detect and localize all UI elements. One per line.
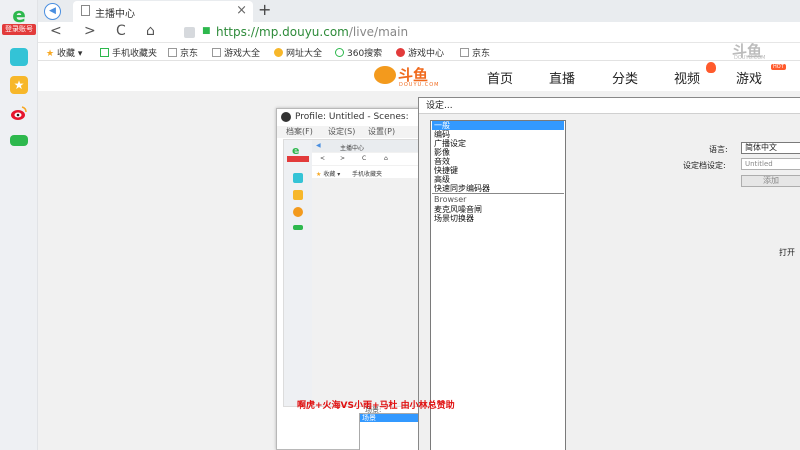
douyu-watermark-sub: DOUYU.COM: [734, 55, 766, 61]
bookmark-item[interactable]: 手机收藏夹: [100, 46, 157, 59]
preview-sidebar: e: [284, 140, 312, 406]
settings-title: 设定...: [419, 98, 800, 114]
reload-button[interactable]: C: [116, 23, 126, 39]
preview-back-icon: <: [320, 155, 326, 162]
obs-logo-icon: [281, 112, 291, 122]
profile-label: 设定档设定:: [683, 161, 726, 170]
address-bar: < > C ⌂ ■ https://mp.douyu.com/live/main: [38, 22, 800, 43]
bookmark-item[interactable]: 游戏大全: [212, 46, 260, 59]
preview-bookmark-phone: 手机收藏夹: [352, 171, 383, 178]
bookmark-item[interactable]: 京东: [460, 46, 490, 59]
nav-video[interactable]: 视频: [674, 68, 700, 87]
tab-bar: ◀ 主播中心 × +: [38, 0, 800, 22]
lock-icon: ■: [202, 26, 211, 36]
obs-preview: e ◀ 主播中心 < > C ⌂ ★ 收藏 ▾ 手机收藏夹: [283, 139, 420, 407]
hot-badge: HOT: [771, 64, 786, 70]
scene-item[interactable]: 场景: [360, 414, 420, 422]
tab-title: 主播中心: [95, 9, 135, 20]
browser-menu-icon[interactable]: ◀: [44, 3, 61, 20]
category-advanced[interactable]: 高级: [432, 175, 564, 184]
bookmarks-bar: ★ 收藏 ▾ 手机收藏夹 京东 游戏大全 网址大全 360搜索 游戏中心 京东: [38, 43, 800, 61]
obs-menu-file[interactable]: 档案(F): [286, 126, 313, 137]
category-general[interactable]: 一般: [432, 121, 564, 130]
scene-list[interactable]: 场景: [359, 413, 421, 450]
obs-menu-bar: 档案(F) 设定(S) 设置(P): [277, 126, 420, 138]
teal-app-icon[interactable]: [10, 48, 28, 66]
nav-game[interactable]: 游戏: [736, 68, 762, 87]
obs-title-bar[interactable]: Profile: Untitled - Scenes:: [277, 109, 420, 125]
home-button[interactable]: ⌂: [146, 23, 155, 39]
forward-button[interactable]: >: [84, 23, 96, 39]
category-broadcast[interactable]: 广播设定: [432, 139, 564, 148]
bookmark-item[interactable]: 京东: [168, 46, 198, 59]
nav-category[interactable]: 分类: [612, 68, 638, 87]
preview-bookmarks-bar: ★ 收藏 ▾ 手机收藏夹: [312, 166, 419, 178]
category-video[interactable]: 影像: [432, 148, 564, 157]
category-audio[interactable]: 音效: [432, 157, 564, 166]
globe-icon: [274, 48, 283, 57]
category-group-browser: Browser: [434, 195, 467, 204]
star-icon: ★: [46, 49, 55, 59]
obs-menu-settings[interactable]: 设定(S): [328, 126, 355, 137]
preview-green-icon: [293, 225, 303, 230]
douyu-logo[interactable]: 斗鱼 DOUYU.COM: [374, 63, 444, 89]
page-icon: [212, 48, 221, 57]
sponsor-overlay-text: 啊虎+火海VS小雨+马杜 由小林总赞助: [297, 401, 455, 411]
preview-home-icon: ⌂: [384, 155, 388, 162]
profile-input[interactable]: Untitled: [741, 158, 800, 170]
bookmark-item[interactable]: 游戏中心: [396, 46, 444, 59]
preview-bookmark-star: ★ 收藏 ▾: [316, 171, 341, 178]
preview-tab-title: 主播中心: [340, 145, 365, 152]
url-input[interactable]: ■ https://mp.douyu.com/live/main: [184, 24, 784, 41]
nav-live[interactable]: 直播: [549, 68, 575, 87]
preview-reload-icon: C: [362, 155, 367, 162]
fire-badge-icon: [706, 62, 716, 73]
obs-title-text: Profile: Untitled - Scenes:: [295, 112, 409, 122]
preview-star-icon: [293, 190, 303, 200]
phone-icon: [100, 48, 109, 57]
preview-login-tag: [287, 156, 309, 162]
preview-tab-bar: ◀ 主播中心: [312, 140, 419, 152]
category-encoding[interactable]: 编码: [432, 130, 564, 139]
preview-address-bar: < > C ⌂: [312, 153, 419, 165]
green-app-icon[interactable]: [10, 135, 28, 146]
site-header: 斗鱼 DOUYU.COM 首页 直播 分类 视频 游戏 HOT: [38, 61, 800, 91]
obs-menu-profile[interactable]: 设置(P): [368, 126, 395, 137]
bookmark-item[interactable]: 360搜索: [335, 46, 382, 59]
category-quicksync[interactable]: 快速同步编码器: [432, 184, 564, 194]
site-icon: [184, 27, 195, 38]
settings-dialog[interactable]: 设定... 一般 编码 广播设定 影像 音效 快捷键 高级 快速同步编码器 Br…: [418, 97, 800, 450]
star-icon[interactable]: ★: [10, 76, 28, 94]
douyu-mascot-icon: [374, 66, 396, 84]
language-select[interactable]: 简体中文: [741, 142, 800, 154]
close-tab-icon[interactable]: ×: [236, 3, 247, 18]
preview-weibo-icon: [293, 207, 303, 217]
login-account-button[interactable]: 登录账号: [2, 24, 36, 35]
bookmark-item[interactable]: ★ 收藏 ▾: [46, 46, 82, 59]
plugin-scene-switcher[interactable]: 场景切换器: [432, 214, 564, 223]
url-text: https://mp.douyu.com/live/main: [216, 25, 409, 39]
open-label: 打开: [779, 248, 795, 257]
category-hotkeys[interactable]: 快捷键: [432, 166, 564, 175]
logo-subtext: DOUYU.COM: [399, 82, 440, 88]
nav-home[interactable]: 首页: [487, 68, 513, 87]
plugin-noise-gate[interactable]: 麦克风噪音闸: [432, 205, 564, 214]
search-icon: [335, 48, 344, 57]
add-profile-button[interactable]: 添加: [741, 175, 800, 187]
new-tab-button[interactable]: +: [258, 0, 271, 19]
page-icon: [81, 5, 90, 16]
bookmark-item[interactable]: 网址大全: [274, 46, 322, 59]
weibo-icon[interactable]: [10, 104, 28, 122]
game-icon: [396, 48, 405, 57]
page-icon: [168, 48, 177, 57]
preview-menu-icon: ◀: [316, 142, 321, 149]
preview-forward-icon: >: [340, 155, 346, 162]
app-sidebar: e 登录账号 ★: [0, 0, 38, 450]
preview-teal-icon: [293, 173, 303, 183]
tab-main[interactable]: 主播中心 ×: [73, 1, 253, 22]
page-icon: [460, 48, 469, 57]
browser-logo-icon[interactable]: e: [7, 5, 31, 25]
language-label: 语言:: [709, 145, 728, 154]
back-button[interactable]: <: [50, 23, 62, 39]
